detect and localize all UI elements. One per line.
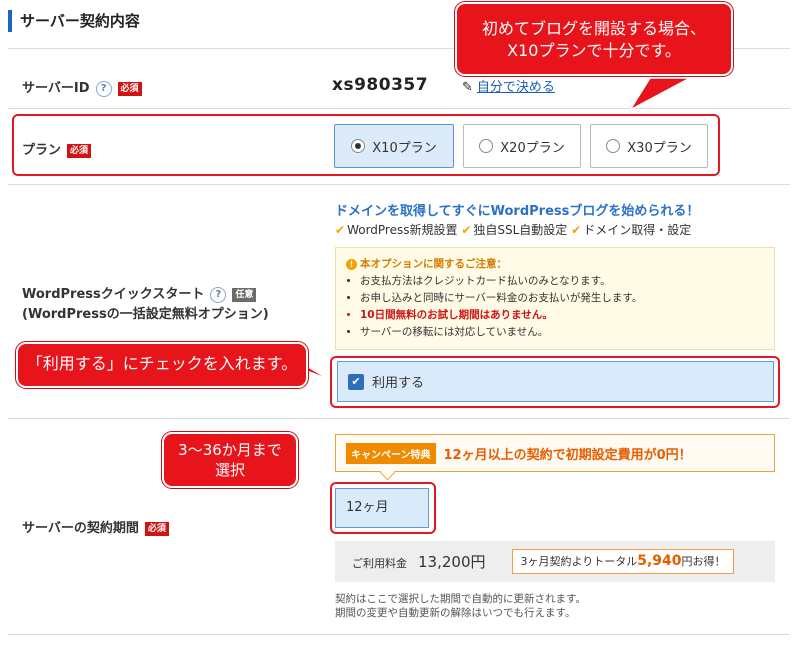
callout-line: X10プランで十分です。 (507, 41, 681, 60)
callout-line: 3〜36か月まで (178, 441, 282, 459)
period-callout: 3〜36か月まで 選択 (162, 432, 298, 488)
plan-callout: 初めてブログを開設する場合、 X10プランで十分です。 (455, 2, 733, 76)
use-callout: 「利用する」にチェックを入れます。 (16, 342, 308, 388)
callout-line: 選択 (214, 461, 245, 479)
callout-line: 初めてブログを開設する場合、 (481, 19, 706, 38)
callout-pointers (214, 77, 691, 489)
plan-callout-pointer (627, 77, 691, 112)
